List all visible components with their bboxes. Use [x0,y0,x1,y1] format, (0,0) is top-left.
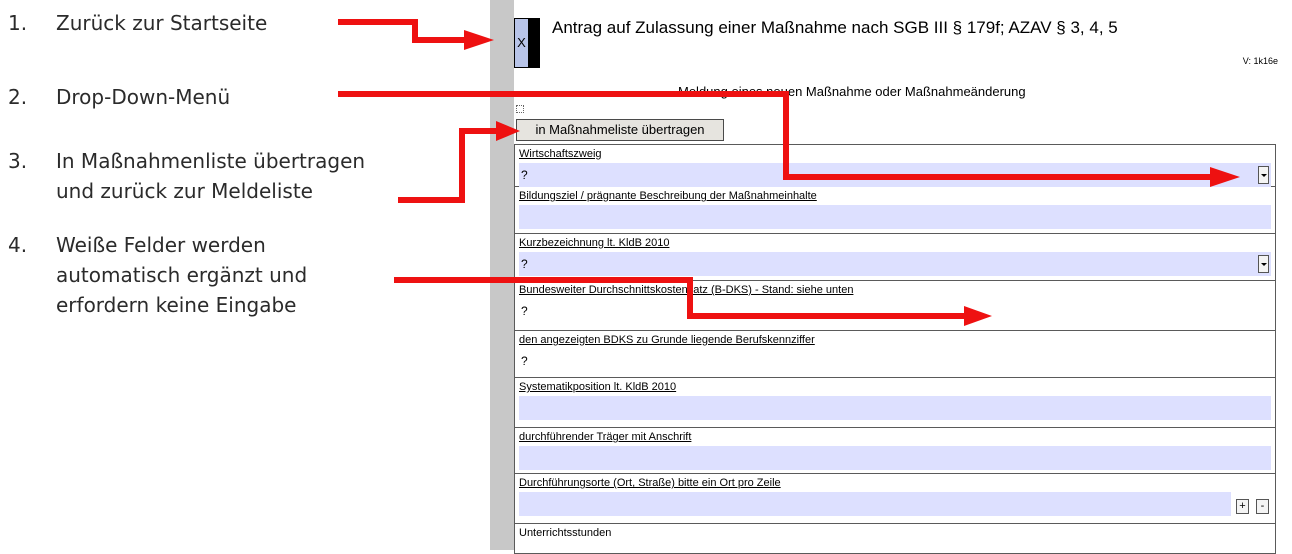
annotation-4-number: 4. [8,233,28,257]
field-traeger: durchführender Träger mit Anschrift [514,428,1276,474]
small-checkbox[interactable] [516,105,524,113]
form-document: X Antrag auf Zulassung einer Maßnahme na… [514,0,1292,554]
field-berufskennziffer: den angezeigten BDKS zu Grunde liegende … [514,331,1276,378]
traeger-input[interactable] [519,446,1271,470]
bdks-value: ? [521,304,528,318]
field-label: Wirtschaftszweig [519,148,602,160]
dropdown-arrow-icon[interactable] [1258,255,1269,273]
field-label: Durchführungsorte (Ort, Straße) bitte ei… [519,477,781,489]
annotation-1: 1. Zurück zur Startseite [8,8,267,38]
add-row-button[interactable]: + [1236,499,1249,514]
field-label: Systematikposition lt. KldB 2010 [519,381,677,393]
annotation-3: 3. In Maßnahmenliste übertragen und zurüc… [8,146,365,206]
field-label: Unterrichtsstunden [519,527,612,539]
remove-row-button[interactable]: - [1256,499,1269,514]
field-kurzbezeichnung: Kurzbezeichnung lt. KldB 2010 ? [514,234,1276,281]
systematikposition-input[interactable] [519,396,1271,420]
annotation-4: 4. Weiße Felder werden automatisch ergänz… [8,230,307,320]
annotation-4-line-1: Weiße Felder werden [56,233,266,257]
version-label: V: 1k16e [1242,56,1278,66]
annotation-2: 2. Drop-Down-Menü [8,82,230,112]
field-label: durchführender Träger mit Anschrift [519,431,692,443]
annotation-1-number: 1. [8,11,28,35]
annotation-panel: 1. Zurück zur Startseite 2. Drop-Down-Menü… [0,0,480,550]
wirtschaftszweig-select[interactable]: ? [519,163,1271,187]
field-label: Bundesweiter Durchschnittskostensatz (B-… [519,284,854,296]
sheet-gutter [490,0,514,550]
field-label: Kurzbezeichnung lt. KldB 2010 [519,237,670,249]
field-value: ? [521,168,528,182]
field-systematikposition: Systematikposition lt. KldB 2010 [514,378,1276,428]
annotation-2-text: Drop-Down-Menü [56,85,231,109]
annotation-1-text: Zurück zur Startseite [56,11,268,35]
berufskennziffer-value: ? [521,354,528,368]
field-bildungsziel: Bildungsziel / prägnante Beschreibung de… [514,187,1276,234]
durchfuehrungsorte-input[interactable] [519,492,1231,516]
field-label: Bildungsziel / prägnante Beschreibung de… [519,190,817,202]
field-value: ? [521,257,528,271]
field-durchfuehrungsorte: Durchführungsorte (Ort, Straße) bitte ei… [514,474,1276,524]
annotation-2-number: 2. [8,85,28,109]
kurzbezeichnung-select[interactable]: ? [519,252,1271,276]
transfer-to-list-button[interactable]: in Maßnahmeliste übertragen [516,119,724,141]
form-fields: Wirtschaftszweig ? Bildungsziel / prägna… [514,144,1276,554]
field-label: den angezeigten BDKS zu Grunde liegende … [519,334,815,346]
annotation-3-number: 3. [8,149,28,173]
home-button-label: X [515,19,528,67]
document-subtitle: Meldung eines neuen Maßnahme oder Maßnah… [678,84,1026,99]
bildungsziel-input[interactable] [519,205,1271,229]
field-wirtschaftszweig: Wirtschaftszweig ? [514,144,1276,187]
annotation-3-line-1: In Maßnahmenliste übertragen [56,149,366,173]
dropdown-arrow-icon[interactable] [1258,166,1269,184]
field-bdks: Bundesweiter Durchschnittskostensatz (B-… [514,281,1276,331]
annotation-4-line-3: erfordern keine Eingabe [56,293,297,317]
home-button[interactable]: X [514,18,540,68]
annotation-4-line-2: automatisch ergänzt und [56,263,308,287]
document-title: Antrag auf Zulassung einer Maßnahme nach… [552,18,1118,37]
annotation-3-line-2: und zurück zur Meldeliste [56,179,313,203]
